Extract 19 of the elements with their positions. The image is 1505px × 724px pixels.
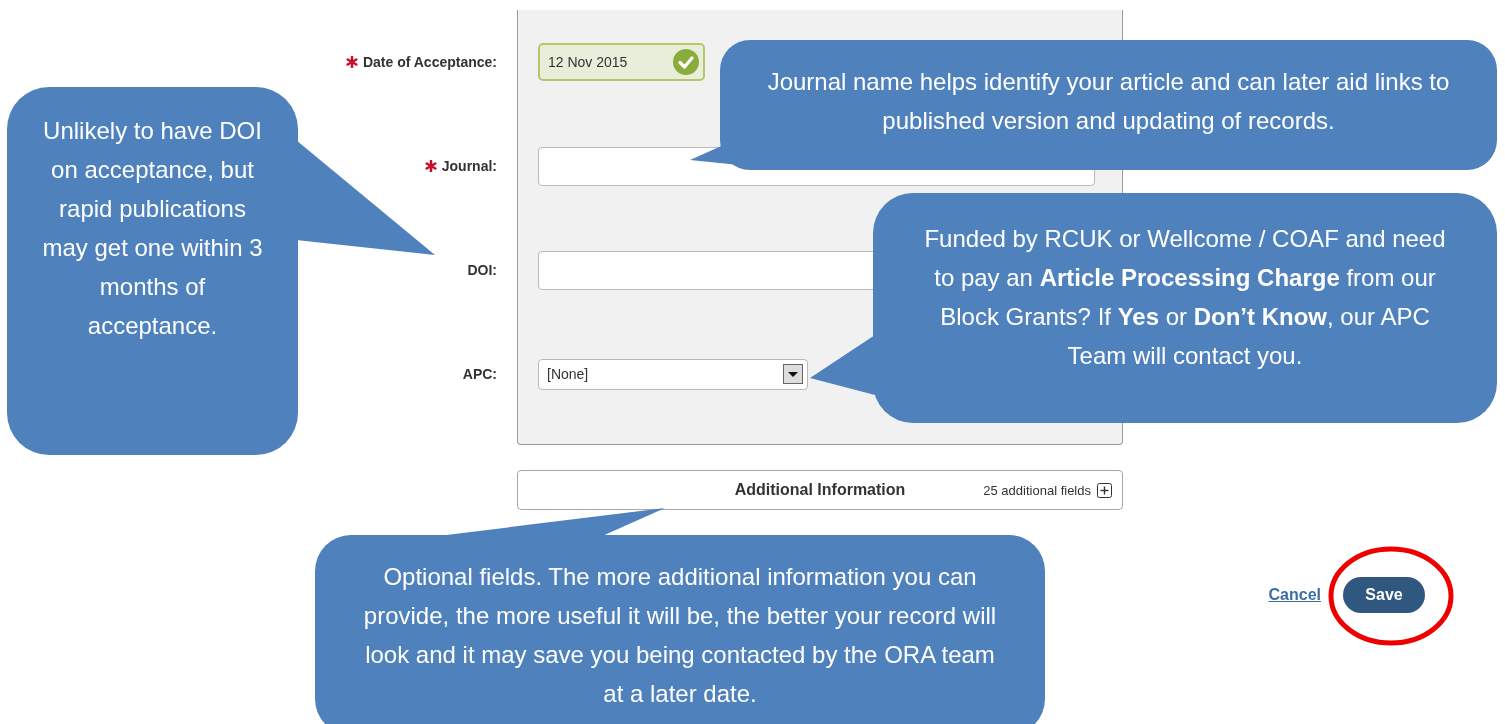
field-label: Journal: [441, 158, 497, 174]
callout-text: Optional fields. The more additional information you can provide, the more useful it will be, the better your record will look and it may save you being contacted by the ORA team at a later date. [362, 562, 998, 709]
check-icon [673, 49, 699, 75]
callout-text: Journal name helps identify your article and can later aid links to published version and updating of records. [766, 67, 1451, 136]
section-header[interactable]: Additional Information 25 additional fields [517, 470, 1123, 510]
save-button[interactable]: Save [1343, 577, 1425, 613]
callout-text: Unlikely to have DOI on acceptance, but rapid publications may get one within 3 months of acceptance. [41, 116, 264, 341]
field-label: APC: [462, 366, 497, 382]
expand-icon[interactable] [1097, 482, 1112, 498]
dropdown-field[interactable]: [None] [538, 358, 808, 390]
field-label: DOI: [467, 262, 497, 278]
required-icon [424, 160, 437, 172]
section-title: Additional Information [734, 481, 906, 499]
field-label: Date of Acceptance: [362, 54, 497, 70]
field-count: 25 additional fields [983, 482, 1091, 498]
cancel-link[interactable]: Cancel [1268, 586, 1321, 604]
date-field[interactable]: 12 Nov 2015 [538, 43, 705, 81]
callout-text: Funded by RCUK or Wellcome / COAF and need to pay an Article Processing Charge from our Block Grants? If Yes or Don’t Know, our APC Team will contact you. [923, 224, 1447, 371]
required-icon [345, 56, 358, 68]
